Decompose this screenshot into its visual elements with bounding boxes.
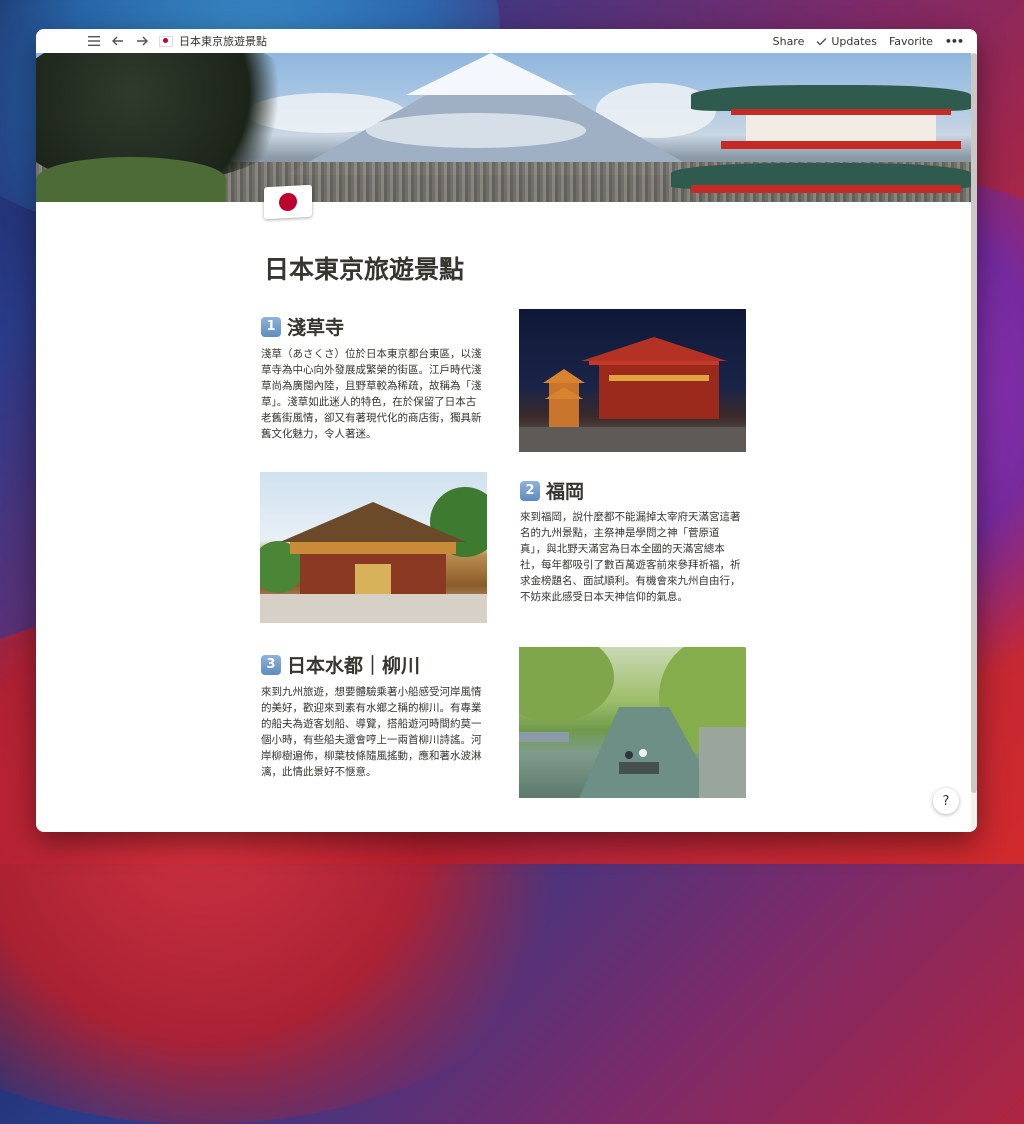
keycap-3-icon: 3 [261, 654, 281, 675]
updates-label: Updates [831, 34, 877, 48]
forward-arrow-icon[interactable] [135, 34, 149, 48]
section-heading-text: 福岡 [546, 481, 585, 503]
favorite-button[interactable]: Favorite [889, 35, 933, 48]
section-heading-1[interactable]: 1 淺草寺 [261, 313, 344, 340]
japan-flag-icon [159, 35, 173, 47]
app-window: 日本東京旅遊景點 Share Updates Favorite ••• 日本東京… [36, 29, 977, 832]
section-body-1[interactable]: 淺草（あさくさ）位於日本東京都台東區，以淺草寺為中心向外發展成繁榮的街區。江戶時… [261, 346, 485, 442]
pagoda-illustration [651, 53, 971, 202]
more-options-icon[interactable]: ••• [945, 35, 964, 48]
sensoji-night-photo[interactable] [519, 309, 746, 452]
section-heading-2[interactable]: 2 福岡 [520, 477, 584, 504]
section-heading-text: 淺草寺 [287, 317, 345, 339]
back-arrow-icon[interactable] [111, 34, 125, 48]
check-icon [816, 37, 827, 45]
page-title[interactable]: 日本東京旅遊景點 [264, 250, 464, 286]
section-body-2[interactable]: 來到福岡，說什麼都不能漏掉太宰府天滿宮這著名的九州景點，主祭神是學問之神「菅原道… [520, 509, 744, 605]
menu-icon[interactable] [87, 34, 101, 48]
cover-image[interactable] [36, 53, 971, 202]
section-heading-text: 日本水都｜柳川 [287, 655, 421, 677]
updates-button[interactable]: Updates [816, 35, 877, 48]
section-heading-3[interactable]: 3 日本水都｜柳川 [261, 651, 420, 678]
keycap-2-icon: 2 [520, 480, 540, 501]
breadcrumb-title: 日本東京旅遊景點 [179, 35, 267, 48]
section-body-3[interactable]: 來到九州旅遊，想要體驗乘著小船感受河岸風情的美好，歡迎來到素有水鄉之稱的柳川。有… [261, 684, 485, 780]
japan-flag-icon [264, 184, 312, 220]
keycap-1-icon: 1 [261, 316, 281, 337]
dazaifu-tenmangu-photo[interactable] [260, 472, 487, 623]
help-button[interactable]: ? [933, 788, 959, 814]
yanagawa-canal-photo[interactable] [519, 647, 746, 798]
breadcrumb[interactable]: 日本東京旅遊景點 [159, 33, 267, 49]
page-icon[interactable] [264, 184, 312, 220]
scrollbar-thumb[interactable] [971, 53, 977, 793]
share-button[interactable]: Share [773, 35, 805, 48]
topbar: 日本東京旅遊景點 Share Updates Favorite ••• [36, 29, 977, 53]
